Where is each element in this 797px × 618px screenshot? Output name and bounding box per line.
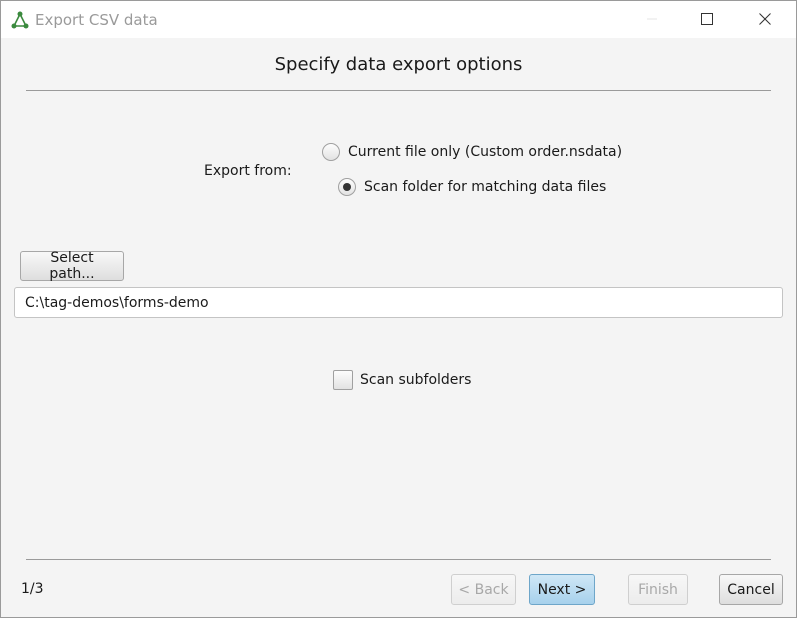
path-input[interactable]: C:\tag-demos\forms-demo (14, 287, 783, 318)
minimize-icon (647, 18, 657, 20)
scan-subfolders-checkbox-row[interactable]: Scan subfolders (333, 370, 471, 390)
maximize-button[interactable] (684, 1, 730, 38)
radio-scan-folder-circle[interactable] (338, 178, 356, 196)
bottom-divider (26, 559, 771, 560)
back-button[interactable]: < Back (451, 574, 516, 605)
minimize-button[interactable] (629, 1, 675, 38)
finish-button[interactable]: Finish (628, 574, 688, 605)
radio-scan-folder-label: Scan folder for matching data files (364, 179, 607, 195)
window-title: Export CSV data (35, 11, 158, 29)
radio-scan-folder[interactable]: Scan folder for matching data files (338, 178, 606, 196)
title-bar[interactable]: Export CSV data (1, 1, 796, 38)
radio-current-file-label: Current file only (Custom order.nsdata) (348, 144, 623, 160)
export-from-label: Export from: (204, 163, 292, 179)
scan-subfolders-label: Scan subfolders (360, 372, 472, 388)
select-path-button[interactable]: Select path... (20, 250, 124, 282)
scan-subfolders-checkbox[interactable] (333, 370, 353, 390)
app-logo-icon (10, 10, 30, 30)
radio-current-file-circle[interactable] (322, 143, 340, 161)
next-button[interactable]: Next > (529, 574, 595, 605)
page-title: Specify data export options (274, 54, 523, 75)
top-divider (26, 90, 771, 91)
cancel-button[interactable]: Cancel (719, 574, 783, 605)
close-button[interactable] (742, 1, 788, 38)
export-csv-dialog: Export CSV data Specify data export opti… (0, 0, 797, 618)
maximize-icon (701, 13, 713, 25)
radio-current-file[interactable]: Current file only (Custom order.nsdata) (322, 143, 622, 161)
close-icon (759, 13, 771, 25)
page-indicator: 1/3 (21, 581, 44, 597)
